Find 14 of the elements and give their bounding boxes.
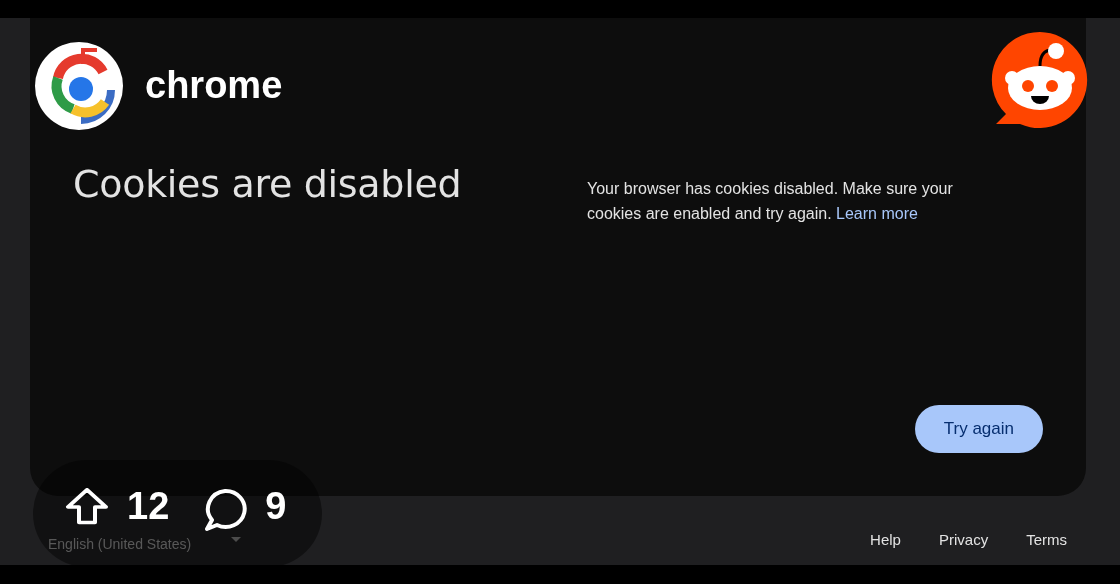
footer-link[interactable]: Help	[870, 530, 901, 548]
try-again-button[interactable]: Try again	[914, 405, 1043, 453]
upvote-count: 12	[127, 484, 170, 528]
alien-logo-icon	[990, 30, 1090, 130]
comment-count: 9	[265, 484, 287, 528]
upvote-icon[interactable]	[65, 488, 109, 526]
message-text: Your browser has cookies disabled. Make sure your cookies are enabled and try again. Learn more	[587, 179, 954, 224]
page-heading: Cookies are disabled	[73, 162, 463, 208]
footer-link[interactable]: Privacy	[938, 530, 989, 548]
learn-more-link[interactable]: Learn more	[836, 205, 918, 222]
footer-link[interactable]: Terms	[1026, 530, 1067, 548]
community-name: chrome	[145, 64, 283, 107]
caret-icon	[231, 536, 242, 542]
comment-icon[interactable]	[203, 488, 248, 532]
